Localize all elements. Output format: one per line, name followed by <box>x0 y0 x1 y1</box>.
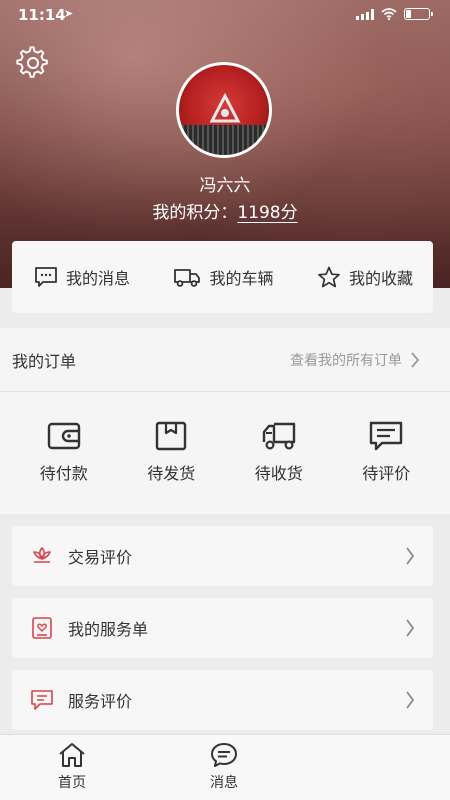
chat-icon <box>211 743 237 767</box>
order-status-row: 待付款 待发货 待收货 待评价 <box>0 392 450 484</box>
quick-links-card: 我的消息 我的车辆 我的收藏 <box>12 241 433 313</box>
service-comment-icon <box>31 690 53 710</box>
menu-item-label: 服务评价 <box>68 692 133 711</box>
order-pending-receipt[interactable]: 待收货 <box>229 420 329 484</box>
comment-icon <box>370 421 403 451</box>
my-messages-link[interactable]: 我的消息 <box>34 265 130 289</box>
status-indicators <box>356 8 433 20</box>
wifi-icon <box>381 8 397 20</box>
location-arrow-icon: ➤ <box>64 7 74 20</box>
my-service-orders-item[interactable]: 我的服务单 <box>12 598 433 658</box>
user-name: 冯六六 <box>199 176 251 196</box>
chevron-right-icon <box>406 619 415 637</box>
order-status-label: 待评价 <box>362 464 411 483</box>
tab-home[interactable]: 首页 <box>32 741 112 792</box>
menu-item-label: 交易评价 <box>68 548 133 567</box>
battery-level <box>406 10 411 18</box>
quick-link-label: 我的车辆 <box>209 269 274 288</box>
status-bar: 11:14 ➤ <box>0 0 450 32</box>
service-review-item[interactable]: 服务评价 <box>12 670 433 730</box>
order-pending-shipment[interactable]: 待发货 <box>121 420 221 484</box>
orders-section: 我的订单 查看我的所有订单 待付款 待发货 待收货 待评价 <box>0 328 450 514</box>
my-favorites-link[interactable]: 我的收藏 <box>317 265 413 289</box>
truck-icon <box>174 269 201 287</box>
avatar[interactable] <box>176 62 272 158</box>
points-value[interactable]: 1198分 <box>237 203 297 223</box>
message-icon <box>35 267 57 287</box>
brand-logo-icon <box>209 93 241 123</box>
points-line: 我的积分：1198分 <box>0 198 450 223</box>
gear-icon[interactable] <box>16 46 50 80</box>
star-icon <box>318 266 340 288</box>
order-status-label: 待付款 <box>39 464 88 483</box>
points-label: 我的积分： <box>152 203 238 223</box>
service-order-icon <box>32 617 52 639</box>
home-icon <box>59 743 85 767</box>
tab-label: 首页 <box>58 775 86 791</box>
chevron-right-icon <box>411 351 420 368</box>
order-status-label: 待收货 <box>254 464 303 483</box>
tab-label: 消息 <box>210 775 238 791</box>
tab-bar: 首页 消息 <box>0 734 450 800</box>
menu-item-label: 我的服务单 <box>68 620 149 639</box>
wallet-icon <box>47 422 80 450</box>
box-icon <box>156 421 187 451</box>
tab-messages[interactable]: 消息 <box>184 741 264 792</box>
status-time: 11:14 <box>18 6 66 24</box>
battery-icon <box>404 8 433 20</box>
signal-icon <box>356 8 374 20</box>
avatar-grille <box>179 125 269 155</box>
view-all-orders-label: 查看我的所有订单 <box>290 352 402 369</box>
quick-link-label: 我的收藏 <box>348 269 413 288</box>
orders-title: 我的订单 <box>12 351 77 371</box>
quick-link-label: 我的消息 <box>66 269 131 288</box>
orders-header[interactable]: 我的订单 查看我的所有订单 <box>0 328 450 392</box>
chevron-right-icon <box>406 691 415 709</box>
my-vehicles-link[interactable]: 我的车辆 <box>173 265 274 289</box>
view-all-orders-link[interactable]: 查看我的所有订单 <box>290 350 420 370</box>
order-pending-review[interactable]: 待评价 <box>336 420 436 484</box>
chevron-right-icon <box>406 547 415 565</box>
lotus-icon <box>33 547 51 563</box>
delivery-truck-icon <box>262 422 295 450</box>
transaction-review-item[interactable]: 交易评价 <box>12 526 433 586</box>
order-pending-payment[interactable]: 待付款 <box>14 420 114 484</box>
order-status-label: 待发货 <box>147 464 196 483</box>
